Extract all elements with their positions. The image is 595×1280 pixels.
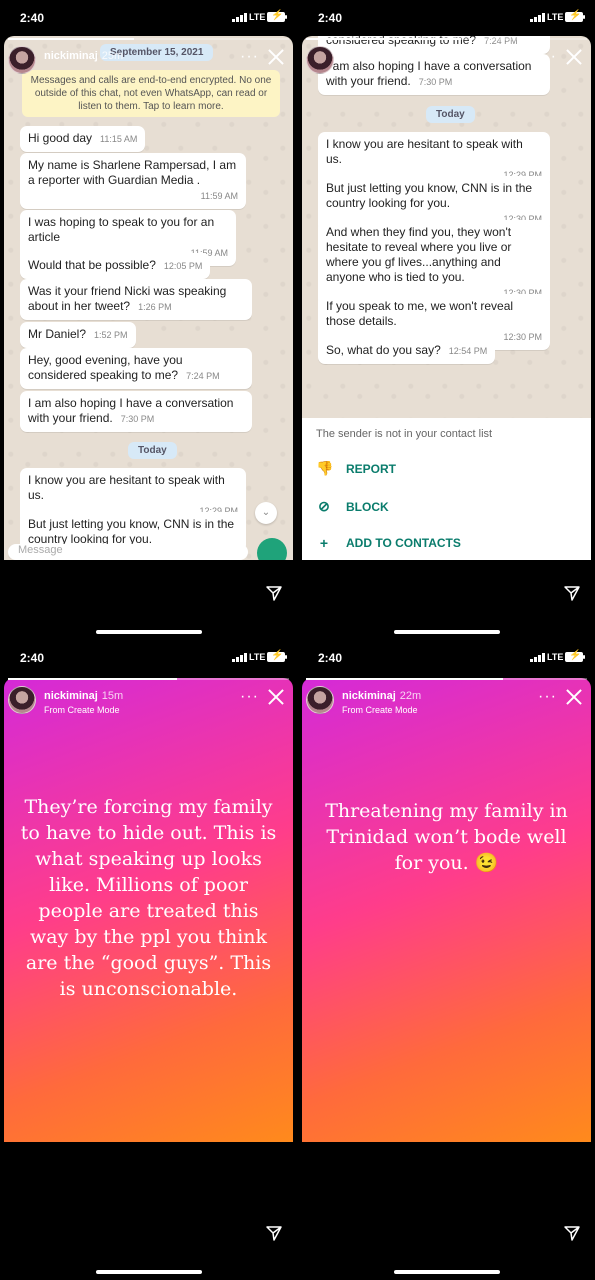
signal-icon (530, 13, 545, 22)
add-to-contacts-button[interactable]: + ADD TO CONTACTS (316, 535, 461, 551)
message-input[interactable]: Message (8, 544, 248, 560)
thumbs-down-icon: 👎 (316, 460, 334, 476)
message-bubble: Would that be possible? 12:05 PM (20, 253, 211, 279)
send-icon[interactable] (265, 1224, 283, 1242)
status-bar: 2:40 LTE ⚡ (298, 640, 595, 674)
story-progress (306, 678, 587, 680)
close-icon[interactable] (267, 688, 285, 706)
username[interactable]: nickiminaj 15m (44, 690, 123, 702)
battery-icon: ⚡ (267, 10, 287, 22)
story-panel-2: 2:40 LTE ⚡ considered speaking to me? 7:2… (298, 0, 595, 640)
battery-icon: ⚡ (565, 10, 585, 22)
story-panel-4: 2:40 LTE ⚡ Threatening my family in Trin… (298, 640, 595, 1280)
signal-icon (232, 653, 247, 662)
signal-icon (232, 13, 247, 22)
today-chip: Today (426, 106, 475, 123)
status-time: 2:40 (20, 11, 45, 25)
avatar[interactable] (306, 686, 334, 714)
network-label: LTE (547, 12, 564, 22)
mic-icon[interactable] (257, 538, 287, 560)
status-time: 2:40 (318, 11, 343, 25)
story-panel-1: 2:40 LTE ⚡ September 15, 2021 Messages a… (0, 0, 297, 640)
scroll-down-icon[interactable]: ⌄ (255, 502, 277, 524)
today-chip: Today (128, 442, 177, 459)
whatsapp-chat-screenshot: September 15, 2021 Messages and calls ar… (4, 36, 293, 560)
report-button[interactable]: 👎 REPORT (316, 460, 396, 477)
avatar[interactable] (8, 46, 36, 74)
story-progress (8, 678, 289, 680)
story-background: They’re forcing my family to have to hid… (4, 678, 293, 1142)
close-icon[interactable] (565, 688, 583, 706)
status-time: 2:40 (20, 651, 45, 665)
status-bar: 2:40 LTE ⚡ (0, 0, 297, 34)
close-icon[interactable] (565, 48, 583, 66)
status-bar: 2:40 LTE ⚡ (298, 0, 595, 34)
signal-icon (530, 653, 545, 662)
story-source: From Create Mode (342, 705, 418, 715)
message-bubble: Mr Daniel? 1:52 PM (20, 322, 136, 348)
story-header: nickiminaj 22m From Create Mode ··· (306, 686, 587, 716)
block-button[interactable]: ⊘ BLOCK (316, 498, 389, 515)
more-icon[interactable]: ··· (240, 688, 259, 706)
more-icon[interactable]: ··· (240, 48, 259, 66)
story-progress (8, 38, 289, 40)
story-header: ··· (306, 46, 587, 76)
avatar[interactable] (306, 46, 334, 74)
more-icon[interactable]: ··· (538, 688, 557, 706)
home-indicator (96, 630, 202, 634)
more-icon[interactable]: ··· (538, 48, 557, 66)
story-header: nickiminaj 15m From Create Mode ··· (8, 686, 289, 716)
avatar[interactable] (8, 686, 36, 714)
message-bubble: Hey, good evening, have you considered s… (20, 348, 252, 389)
username[interactable]: nickiminaj 22m (342, 690, 421, 702)
network-label: LTE (249, 652, 266, 662)
block-icon: ⊘ (318, 498, 330, 514)
add-person-icon: + (319, 535, 329, 551)
home-indicator (394, 1270, 500, 1274)
message-bubble: I am also hoping I have a conversation w… (20, 391, 252, 432)
username[interactable]: nickiminaj 25m (44, 50, 123, 62)
story-source: From Create Mode (44, 705, 120, 715)
unknown-sender-sheet: The sender is not in your contact list 👎… (302, 418, 591, 560)
battery-icon: ⚡ (565, 650, 585, 662)
unknown-sender-note: The sender is not in your contact list (316, 428, 493, 440)
message-bubble: Hi good day 11:15 AM (20, 126, 146, 152)
send-icon[interactable] (563, 1224, 581, 1242)
encryption-notice: Messages and calls are end-to-end encryp… (22, 70, 280, 117)
home-indicator (394, 630, 500, 634)
send-icon[interactable] (563, 584, 581, 602)
whatsapp-chat-screenshot: considered speaking to me? 7:24 PM I am a… (302, 36, 591, 560)
status-bar: 2:40 LTE ⚡ (0, 640, 297, 674)
story-background: Threatening my family in Trinidad won’t … (302, 678, 591, 1142)
send-icon[interactable] (265, 584, 283, 602)
story-panel-3: 2:40 LTE ⚡ They’re forcing my family to … (0, 640, 297, 1280)
message-bubble: My name is Sharlene Rampersad, I am a re… (20, 153, 246, 209)
story-header: nickiminaj 25m ··· (8, 46, 289, 76)
home-indicator (96, 1270, 202, 1274)
message-bubble: Was it your friend Nicki was speaking ab… (20, 279, 252, 320)
story-progress (306, 38, 587, 40)
message-bubble: So, what do you say? 12:54 PM (318, 338, 496, 364)
network-label: LTE (547, 652, 564, 662)
close-icon[interactable] (267, 48, 285, 66)
status-time: 2:40 (318, 651, 343, 665)
story-text: Threatening my family in Trinidad won’t … (325, 800, 568, 874)
battery-icon: ⚡ (267, 650, 287, 662)
story-text: They’re forcing my family to have to hid… (20, 796, 277, 1000)
network-label: LTE (249, 12, 266, 22)
